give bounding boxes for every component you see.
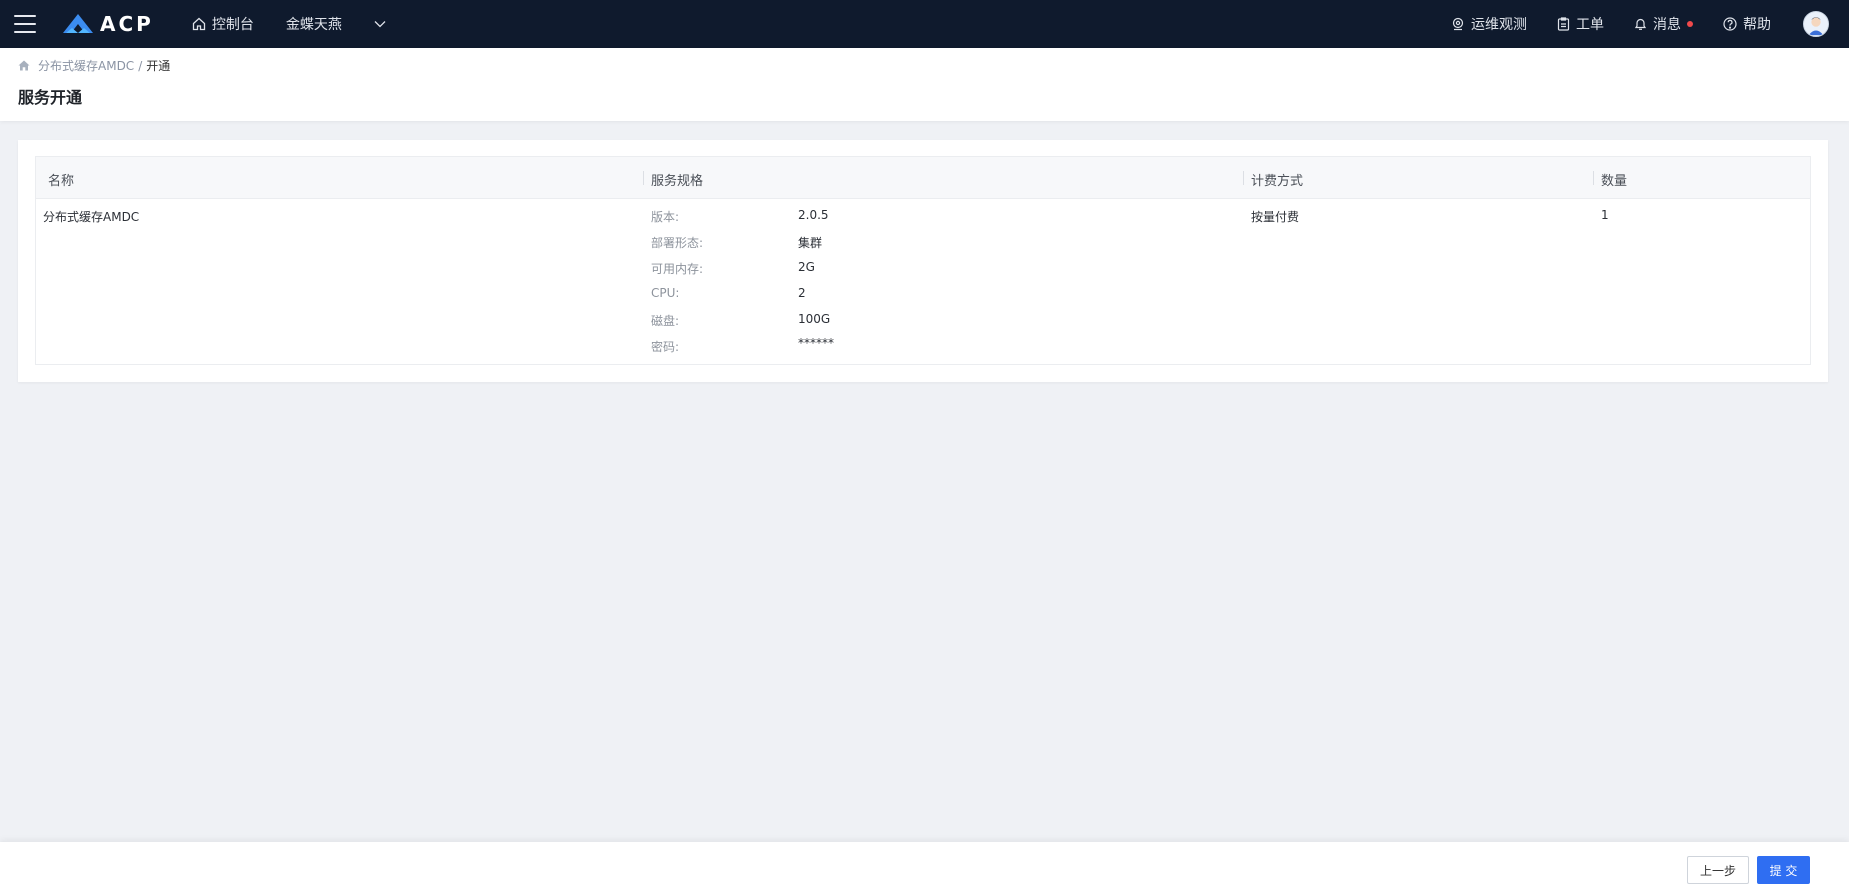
acp-logo-icon [63, 14, 93, 33]
help-label: 帮助 [1743, 17, 1771, 33]
header-name: 名称 [48, 174, 75, 189]
ops-observe-label: 运维观测 [1471, 17, 1527, 33]
header-billing: 计费方式 [1251, 174, 1304, 189]
breadcrumb-parent-link[interactable]: 分布式缓存AMDC [38, 57, 134, 74]
clipboard-icon [1557, 17, 1570, 31]
spec-label-password: 密码: [651, 340, 680, 354]
service-card: 名称 服务规格 计费方式 数量 分布式缓存AMDC 版本: 2.0.5 部署形态… [18, 140, 1828, 382]
breadcrumb-home-icon[interactable] [18, 60, 30, 71]
prev-step-button[interactable]: 上一步 [1687, 856, 1749, 884]
table-header: 名称 服务规格 计费方式 数量 [36, 157, 1810, 199]
header-quantity: 数量 [1601, 174, 1628, 189]
avatar-icon [1804, 12, 1828, 36]
message-link[interactable]: 消息 [1634, 14, 1693, 34]
help-link[interactable]: 帮助 [1723, 14, 1771, 34]
spec-value-cpu: 2 [798, 286, 806, 300]
breadcrumb: 分布式缓存AMDC / 开通 [18, 57, 170, 74]
service-table: 名称 服务规格 计费方式 数量 分布式缓存AMDC 版本: 2.0.5 部署形态… [35, 156, 1811, 365]
chevron-down-icon[interactable] [374, 20, 386, 28]
spec-label-version: 版本: [651, 210, 680, 224]
page-title: 服务开通 [18, 88, 83, 107]
question-circle-icon [1723, 17, 1737, 31]
tenant-selector[interactable]: 金蝶天燕 [286, 14, 342, 34]
cell-billing: 按量付费 [1251, 210, 1300, 224]
spec-label-memory: 可用内存: [651, 262, 704, 276]
cell-name: 分布式缓存AMDC [43, 210, 140, 224]
breadcrumb-current: 开通 [146, 59, 171, 73]
console-label: 控制台 [211, 17, 254, 33]
location-pin-icon [1452, 17, 1464, 31]
ops-observe-link[interactable]: 运维观测 [1451, 14, 1527, 34]
user-avatar[interactable] [1803, 11, 1829, 37]
tenant-label: 金蝶天燕 [285, 17, 342, 33]
header-divider[interactable] [1593, 171, 1594, 185]
header-divider[interactable] [1243, 171, 1244, 185]
ticket-link[interactable]: 工单 [1557, 14, 1604, 34]
spec-value-memory: 2G [798, 260, 815, 274]
spec-value-disk: 100G [798, 312, 831, 326]
spec-label-deploy: 部署形态: [651, 236, 704, 250]
logo[interactable]: ACP [62, 12, 154, 36]
ticket-label: 工单 [1576, 17, 1604, 33]
console-link[interactable]: 控制台 [192, 14, 254, 34]
unread-dot [1687, 21, 1693, 27]
spec-value-version: 2.0.5 [798, 208, 829, 222]
topbar-right: 运维观测 工单 消息 帮助 [1421, 0, 1849, 48]
cell-quantity: 1 [1601, 208, 1609, 222]
bell-icon [1634, 18, 1647, 30]
hamburger-menu-icon[interactable] [14, 15, 36, 33]
spec-label-disk: 磁盘: [651, 314, 680, 328]
header-divider[interactable] [643, 171, 644, 185]
spec-value-password: ****** [798, 336, 834, 350]
page-header: 分布式缓存AMDC / 开通 服务开通 [0, 48, 1849, 121]
submit-button[interactable]: 提 交 [1757, 856, 1810, 884]
header-spec: 服务规格 [651, 174, 704, 189]
message-label: 消息 [1653, 17, 1681, 33]
spec-label-cpu: CPU: [651, 286, 680, 300]
spec-value-deploy: 集群 [798, 236, 823, 250]
footer-action-bar: 上一步 提 交 [0, 842, 1849, 896]
top-navbar: ACP 控制台 金蝶天燕 运维观测 工单 消息 帮助 [0, 0, 1849, 48]
breadcrumb-separator: / [138, 58, 143, 73]
home-icon [192, 17, 205, 31]
logo-text: ACP [100, 12, 154, 36]
